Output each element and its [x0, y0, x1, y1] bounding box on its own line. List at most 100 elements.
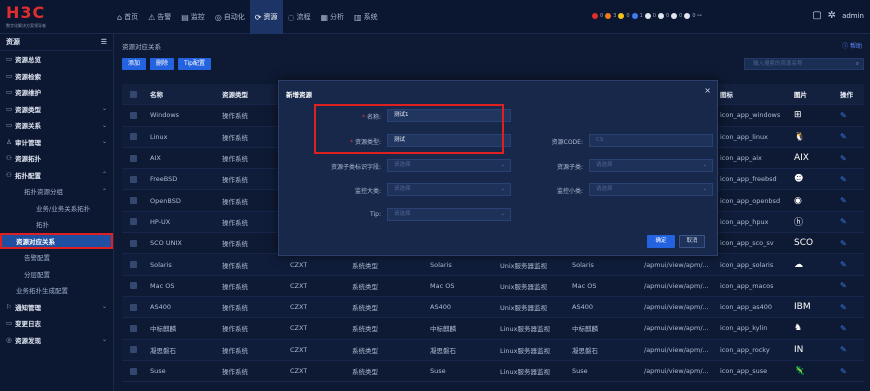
sidebar-item-label: 资源总览 [15, 56, 41, 65]
nav-home[interactable]: ⌂ 首页 [112, 0, 143, 34]
add-button[interactable]: 添加 [122, 58, 147, 70]
table-row[interactable]: Suse 操作系统 CZXT 系统类型 Suse Linux服务器监视 Suse/apmui… [122, 361, 864, 383]
edit-icon[interactable]: ✎ [840, 303, 847, 312]
chevron-down-icon: ⌄ [101, 138, 107, 146]
edit-icon[interactable]: ✎ [840, 281, 847, 290]
row-checkbox[interactable] [130, 111, 137, 119]
help-link[interactable]: ⓘ 帮助 [842, 41, 862, 50]
cell-name: 凝思磐石 [150, 346, 176, 355]
document-icon[interactable]: ▢ [812, 10, 821, 21]
sidebar-sub-business-topology[interactable]: 业务/业务关系拓扑 [0, 200, 113, 217]
column-header[interactable]: 资源类型 [222, 89, 248, 99]
sidebar-sub-alarm-config[interactable]: 告警配置 [0, 249, 113, 266]
cell-type: 操作系统 [222, 197, 248, 206]
cell-dname: Mac OS [430, 281, 455, 290]
row-checkbox[interactable] [130, 324, 137, 332]
sidebar-sub-resource-mapping[interactable]: 资源对应关系 [0, 232, 113, 249]
row-checkbox[interactable] [130, 239, 137, 247]
collapse-sidebar-icon[interactable]: ☰ [101, 38, 107, 46]
gear-icon[interactable]: ✲ [828, 10, 836, 21]
nav-label: 告警 [157, 13, 172, 21]
sidebar-item-maintenance[interactable]: ▭ 资源维护 [0, 84, 113, 101]
search-icon[interactable]: ⌕ [856, 59, 859, 69]
subtype-select[interactable]: 请选择 ⌄ [589, 159, 713, 172]
sidebar-item-label: 拓扑配置 [15, 171, 41, 180]
sidebar-item-discovery[interactable]: ◎ 资源发现 ⌄ [0, 332, 113, 349]
sidebar-item-search[interactable]: ▭ 资源检索 [0, 68, 113, 85]
row-checkbox[interactable] [130, 218, 137, 226]
sidebar-item-topology-config[interactable]: ⚇ 拓扑配置 ⌃ [0, 167, 113, 184]
resource-code-field[interactable]: CS [589, 134, 713, 147]
nav-system[interactable]: ▥ 系统 [349, 0, 383, 34]
edit-icon[interactable]: ✎ [840, 260, 847, 269]
nav-automation[interactable]: ◎ 自动化 [210, 0, 250, 34]
sidebar-item-audit[interactable]: ♙ 审计管理 ⌄ [0, 134, 113, 151]
edit-icon[interactable]: ✎ [840, 111, 847, 120]
row-checkbox[interactable] [130, 282, 137, 290]
row-checkbox[interactable] [130, 303, 137, 311]
row-checkbox[interactable] [130, 175, 137, 183]
edit-icon[interactable]: ✎ [840, 196, 847, 205]
topology-icon: ⚇ [6, 170, 12, 179]
sidebar-item-topology[interactable]: ⚇ 资源拓扑 [0, 150, 113, 167]
edit-icon[interactable]: ✎ [840, 324, 847, 333]
column-header: 操作 [840, 91, 853, 100]
subtype-field-select[interactable]: 请选择 ⌄ [387, 159, 511, 172]
nav-analysis[interactable]: ▦ 分析 [315, 0, 349, 34]
sidebar-item-notify[interactable]: ⚐ 通知管理 ⌄ [0, 299, 113, 316]
menu-icon: ▭ [6, 55, 13, 64]
sidebar-sub-topology[interactable]: 拓扑 [0, 216, 113, 233]
row-checkbox[interactable] [130, 367, 137, 375]
status-count: 0 [679, 13, 683, 19]
edit-icon[interactable]: ✎ [840, 154, 847, 163]
sidebar-sub-business-gen-config[interactable]: 业务拓扑生成配置 [0, 282, 113, 299]
row-checkbox[interactable] [130, 154, 137, 162]
cell-mon2: Suse [572, 367, 588, 375]
username[interactable]: admin [842, 12, 864, 20]
column-header[interactable]: 名称 [150, 89, 163, 99]
nav-monitor[interactable]: ▤ 监控 [176, 0, 210, 34]
select-all-checkbox[interactable] [130, 90, 137, 98]
close-icon[interactable]: × [704, 86, 711, 95]
row-checkbox[interactable] [130, 133, 137, 141]
table-row[interactable]: Mac OS 操作系统 CZXT 系统类型 Mac OS Unix服务器监视 Mac OS /… [122, 276, 864, 297]
table-row[interactable]: Solaris 操作系统 CZXT 系统类型 Solaris Unix服务器监视 Solar… [122, 254, 864, 276]
monitor-category-select[interactable]: 请选择 ⌄ [387, 183, 511, 196]
cell-name: AIX [150, 154, 161, 163]
delete-button[interactable]: 删除 [150, 58, 175, 70]
alarm-status-lights[interactable]: 0 3 0 1 0 0 0 0 ⚯ [592, 13, 702, 19]
tip-select[interactable]: 请选择 ⌄ [387, 208, 511, 221]
edit-icon[interactable]: ✎ [840, 367, 847, 376]
sidebar-item-resource-type[interactable]: ▭ 资源类型 ⌄ [0, 101, 113, 118]
table-row[interactable]: AS400 操作系统 CZXT 系统类型 AS400 Unix服务器监视 AS400/apm… [122, 296, 864, 319]
cancel-button[interactable]: 取消 [679, 235, 705, 248]
column-header[interactable]: 图标 [720, 89, 733, 99]
edit-icon[interactable]: ✎ [840, 175, 847, 184]
nav-process[interactable]: ◌ 流程 [283, 0, 316, 34]
edit-icon[interactable]: ✎ [840, 217, 847, 226]
os-logo-icon: AIX [794, 153, 809, 164]
row-checkbox[interactable] [130, 346, 137, 354]
edit-icon[interactable]: ✎ [840, 345, 847, 354]
cell-mon: Linux服务器监视 [500, 346, 551, 355]
sidebar-item-resource-relation[interactable]: ▭ 资源关系 ⌄ [0, 117, 113, 134]
nav-alarm[interactable]: ⚠ 告警 [143, 0, 176, 34]
tip-config-button[interactable]: Tip配置 [178, 58, 211, 70]
status-dot-warning [631, 13, 638, 19]
edit-icon[interactable]: ✎ [840, 132, 847, 141]
cell-type: 操作系统 [222, 282, 248, 291]
table-row[interactable]: 凝思磐石 操作系统 CZXT 系统类型 凝思磐石 Linux服务器监视 凝思磐石/apmui… [122, 339, 864, 361]
sidebar-sub-layer-config[interactable]: 分层配置 [0, 266, 113, 283]
sidebar-item-change-log[interactable]: ▭ 变更日志 [0, 315, 113, 332]
os-logo-icon: ☻ [794, 174, 804, 185]
table-row[interactable]: 中标麒麟 操作系统 CZXT 系统类型 中标麒麟 Linux服务器监视 中标麒麟/apmui… [122, 318, 864, 340]
row-checkbox[interactable] [130, 261, 137, 269]
sidebar-item-overview[interactable]: ▭ 资源总览 [0, 51, 113, 68]
search-input[interactable]: 输入搜索的资源名称 ⌕ [744, 58, 864, 70]
confirm-button[interactable]: 确定 [647, 235, 675, 248]
nav-resource[interactable]: ⟳ 资源 [249, 0, 283, 34]
monitor-subcategory-select[interactable]: 请选择 ⌄ [589, 183, 713, 196]
edit-icon[interactable]: ✎ [840, 239, 847, 248]
sidebar-sub-topology-group[interactable]: 拓扑资源分组 ⌃ [0, 183, 113, 200]
row-checkbox[interactable] [130, 197, 137, 205]
